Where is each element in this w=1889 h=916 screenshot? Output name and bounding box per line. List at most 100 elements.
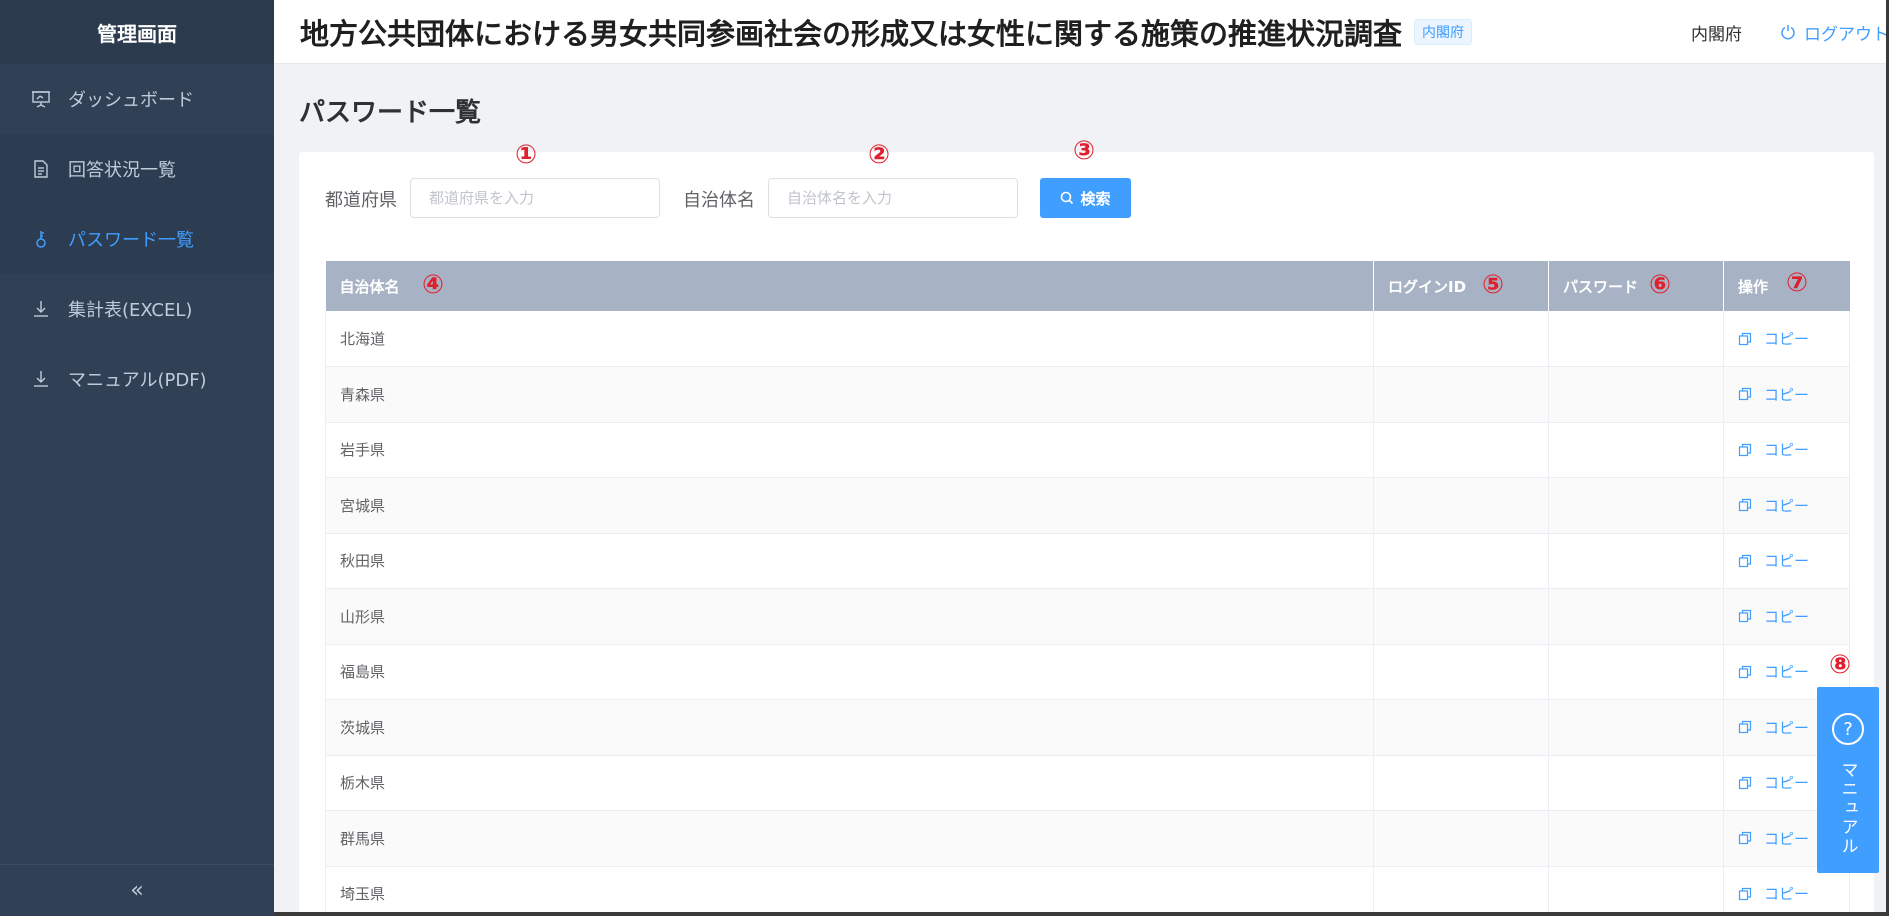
annotation-2: ②	[868, 140, 891, 170]
column-header-login-id: ログインID	[1373, 261, 1549, 311]
cell-actions: コピー	[1723, 866, 1850, 916]
power-icon	[1781, 25, 1795, 40]
annotation-4: ④	[422, 270, 445, 300]
cell-municipality: 岩手県	[325, 422, 1374, 478]
cell-login-id	[1373, 810, 1549, 867]
cell-login-id	[1373, 533, 1549, 589]
table-row: 群馬県 コピー	[325, 810, 1850, 867]
cell-actions: コピー	[1723, 422, 1850, 478]
sidebar-item-label: マニュアル(PDF)	[68, 370, 207, 391]
sidebar-item-answer-status[interactable]: 回答状況一覧	[0, 134, 274, 204]
cell-password	[1548, 755, 1724, 811]
cell-municipality: 埼玉県	[325, 866, 1374, 916]
sidebar-item-label: ダッシュボード	[68, 90, 194, 111]
logout-label: ログアウト	[1804, 24, 1889, 45]
sidebar-item-password-list[interactable]: パスワード一覧	[0, 204, 274, 274]
copy-label: コピー	[1764, 330, 1810, 348]
cell-municipality: 茨城県	[325, 699, 1374, 756]
cell-municipality: 群馬県	[325, 810, 1374, 867]
cell-login-id	[1373, 644, 1549, 700]
table-row: 北海道 コピー	[325, 311, 1850, 367]
cell-actions: コピー	[1723, 588, 1850, 645]
cell-login-id	[1373, 699, 1549, 756]
document-icon	[30, 158, 52, 180]
cell-login-id	[1373, 755, 1549, 811]
window-bottom-edge	[274, 912, 1889, 916]
help-icon: ?	[1832, 713, 1864, 745]
copy-button[interactable]: コピー	[1738, 328, 1849, 349]
logout-button[interactable]: ログアウト	[1780, 20, 1889, 45]
copy-icon	[1738, 887, 1752, 900]
cell-login-id	[1373, 866, 1549, 916]
copy-button[interactable]: コピー	[1738, 384, 1849, 405]
copy-label: コピー	[1764, 441, 1810, 460]
column-header-password: パスワード	[1548, 261, 1724, 311]
annotation-6: ⑥	[1649, 270, 1672, 300]
cell-password	[1548, 366, 1724, 423]
copy-button[interactable]: コピー	[1738, 550, 1849, 571]
copy-label: コピー	[1764, 885, 1810, 904]
topbar: 地方公共団体における男女共同参画社会の形成又は女性に関する施策の推進状況調査 内…	[274, 0, 1889, 64]
annotation-7: ⑦	[1786, 268, 1809, 298]
cell-municipality: 山形県	[325, 588, 1374, 645]
copy-icon	[1738, 443, 1752, 456]
table-row: 栃木県 コピー	[325, 755, 1850, 811]
sidebar-item-label: 集計表(EXCEL)	[68, 300, 193, 321]
cell-password	[1548, 422, 1724, 478]
annotation-8: ⑧	[1829, 650, 1852, 680]
cell-password	[1548, 810, 1724, 867]
sidebar-item-excel[interactable]: 集計表(EXCEL)	[0, 274, 274, 344]
cell-password	[1548, 588, 1724, 645]
cell-login-id	[1373, 477, 1549, 534]
annotation-1: ①	[515, 140, 538, 170]
column-header-municipality: 自治体名	[325, 261, 1374, 311]
annotation-5: ⑤	[1482, 270, 1505, 300]
copy-button[interactable]: コピー	[1738, 606, 1849, 627]
cell-actions: コピー	[1723, 366, 1850, 423]
download-icon	[30, 368, 52, 390]
table-row: 青森県 コピー	[325, 366, 1850, 423]
search-button[interactable]: 検索	[1040, 178, 1131, 218]
copy-icon	[1738, 554, 1752, 567]
copy-label: コピー	[1764, 829, 1810, 848]
search-button-label: 検索	[1080, 189, 1111, 208]
cell-municipality: 秋田県	[325, 533, 1374, 589]
download-icon	[30, 298, 52, 320]
org-badge: 内閣府	[1414, 18, 1473, 45]
copy-icon	[1738, 721, 1752, 734]
manual-floating-button[interactable]: ? マニュアル	[1817, 687, 1879, 873]
table-row: 埼玉県 コピー	[325, 866, 1850, 916]
cell-municipality: 北海道	[325, 311, 1374, 367]
table-body: 北海道 コピー 青森県 コピー 岩手県 コピー 宮城県 コピー 秋田県 コピー 山形県 コピー 福島県コ…	[325, 311, 1850, 916]
copy-button[interactable]: コピー	[1738, 495, 1849, 516]
prefecture-input[interactable]	[410, 178, 660, 218]
table-row: 茨城県 コピー	[325, 699, 1850, 756]
copy-button[interactable]: コピー	[1738, 439, 1849, 460]
sidebar-item-label: パスワード一覧	[68, 230, 194, 251]
cell-password	[1548, 533, 1724, 589]
sidebar-item-dashboard[interactable]: ダッシュボード	[0, 64, 274, 134]
copy-icon	[1738, 388, 1752, 401]
manual-button-label: マニュアル	[1837, 761, 1858, 856]
table-row: 岩手県 コピー	[325, 422, 1850, 478]
copy-icon	[1738, 832, 1752, 845]
sidebar-item-manual-pdf[interactable]: マニュアル(PDF)	[0, 344, 274, 414]
cell-password	[1548, 644, 1724, 700]
collapse-sidebar-button[interactable]: «	[0, 864, 274, 916]
cell-actions: コピー	[1723, 533, 1850, 589]
cell-password	[1548, 311, 1724, 367]
key-icon	[30, 228, 52, 250]
municipality-input[interactable]	[768, 178, 1018, 218]
prefecture-label: 都道府県	[325, 190, 397, 211]
annotation-3: ③	[1073, 136, 1096, 166]
copy-label: コピー	[1764, 496, 1810, 515]
double-chevron-left-icon: «	[130, 878, 144, 903]
cell-login-id	[1373, 311, 1549, 367]
copy-icon	[1738, 610, 1752, 623]
copy-label: コピー	[1764, 718, 1810, 737]
cell-password	[1548, 477, 1724, 534]
table-row: 山形県 コピー	[325, 588, 1850, 645]
search-icon	[1061, 191, 1074, 205]
presentation-icon	[30, 88, 52, 110]
copy-button[interactable]: コピー	[1738, 883, 1849, 904]
